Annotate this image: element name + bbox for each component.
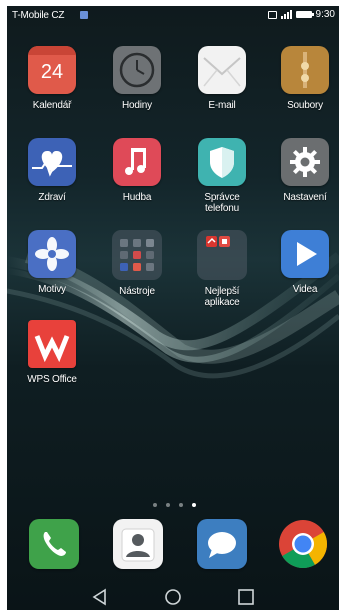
calendar-icon: 24 <box>28 46 76 94</box>
contacts-app[interactable] <box>113 519 163 569</box>
phone-screen: T-Mobile CZ 9:30 24 Kalendář Hodiny E-ma… <box>7 6 339 610</box>
wps-office-icon <box>28 320 76 368</box>
play-icon <box>281 230 329 278</box>
page-dot-active[interactable] <box>192 503 196 507</box>
app-label: Hudba <box>122 192 152 203</box>
health-heart-icon <box>28 138 76 186</box>
app-nastaveni[interactable]: Nastavení <box>272 138 338 203</box>
top-apps-folder-icon <box>197 230 247 280</box>
clock-time: 9:30 <box>315 9 335 20</box>
app-label: Nástroje <box>119 286 155 297</box>
status-icons: 9:30 <box>267 9 335 20</box>
carrier-name: T-Mobile CZ <box>12 10 65 21</box>
app-nejlepsi-aplikace[interactable]: Nejlepší aplikace <box>189 230 255 308</box>
app-soubory[interactable]: Soubory <box>272 46 338 111</box>
app-spravce-telefonu[interactable]: Správce telefonu <box>189 138 255 214</box>
page-dot[interactable] <box>166 503 170 507</box>
notification-badge-icon <box>80 11 88 19</box>
phone-app[interactable] <box>29 519 79 569</box>
app-label: WPS Office <box>27 374 77 385</box>
signal-icon <box>280 10 292 19</box>
app-hudba[interactable]: Hudba <box>104 138 170 203</box>
chrome-app[interactable] <box>278 519 328 569</box>
gear-icon <box>281 138 329 186</box>
back-icon[interactable] <box>89 587 111 607</box>
app-label: Videa <box>292 284 318 295</box>
home-icon[interactable] <box>162 587 184 607</box>
app-zdravi[interactable]: Zdraví <box>19 138 85 203</box>
app-label: Nejlepší aplikace <box>204 286 240 308</box>
navigation-bar <box>7 583 339 610</box>
recents-icon[interactable] <box>235 587 257 607</box>
app-label: Nastavení <box>283 192 327 203</box>
app-kalendar[interactable]: 24 Kalendář <box>19 46 85 111</box>
app-label: Hodiny <box>122 100 152 111</box>
music-note-icon <box>113 138 161 186</box>
app-wps-office[interactable]: WPS Office <box>19 320 85 385</box>
app-email[interactable]: E-mail <box>189 46 255 111</box>
app-label: Správce telefonu <box>204 192 240 214</box>
clock-icon <box>113 46 161 94</box>
app-motivy[interactable]: Motivy <box>19 230 85 295</box>
app-label: Kalendář <box>32 100 72 111</box>
chrome-icon <box>279 520 327 569</box>
page-dot[interactable] <box>153 503 157 507</box>
app-nastroje[interactable]: Nástroje <box>104 230 170 297</box>
page-dot[interactable] <box>179 503 183 507</box>
tools-folder-icon <box>112 230 162 280</box>
calendar-date: 24 <box>40 61 64 83</box>
messages-app[interactable] <box>197 519 247 569</box>
page-indicator <box>153 503 196 507</box>
contacts-icon <box>113 519 163 569</box>
shield-icon <box>198 138 246 186</box>
envelope-icon <box>198 46 246 94</box>
status-bar: T-Mobile CZ 9:30 <box>7 6 339 26</box>
phone-icon <box>29 519 79 569</box>
app-videa[interactable]: Videa <box>272 230 338 295</box>
folder-file-icon <box>281 46 329 94</box>
app-label: Zdraví <box>38 192 66 203</box>
app-label: E-mail <box>208 100 236 111</box>
nfc-icon <box>267 10 277 19</box>
app-label: Motivy <box>38 284 66 295</box>
battery-icon <box>295 11 314 18</box>
messages-icon <box>197 519 247 569</box>
themes-flower-icon <box>28 230 76 278</box>
app-hodiny[interactable]: Hodiny <box>104 46 170 111</box>
app-label: Soubory <box>287 100 323 111</box>
